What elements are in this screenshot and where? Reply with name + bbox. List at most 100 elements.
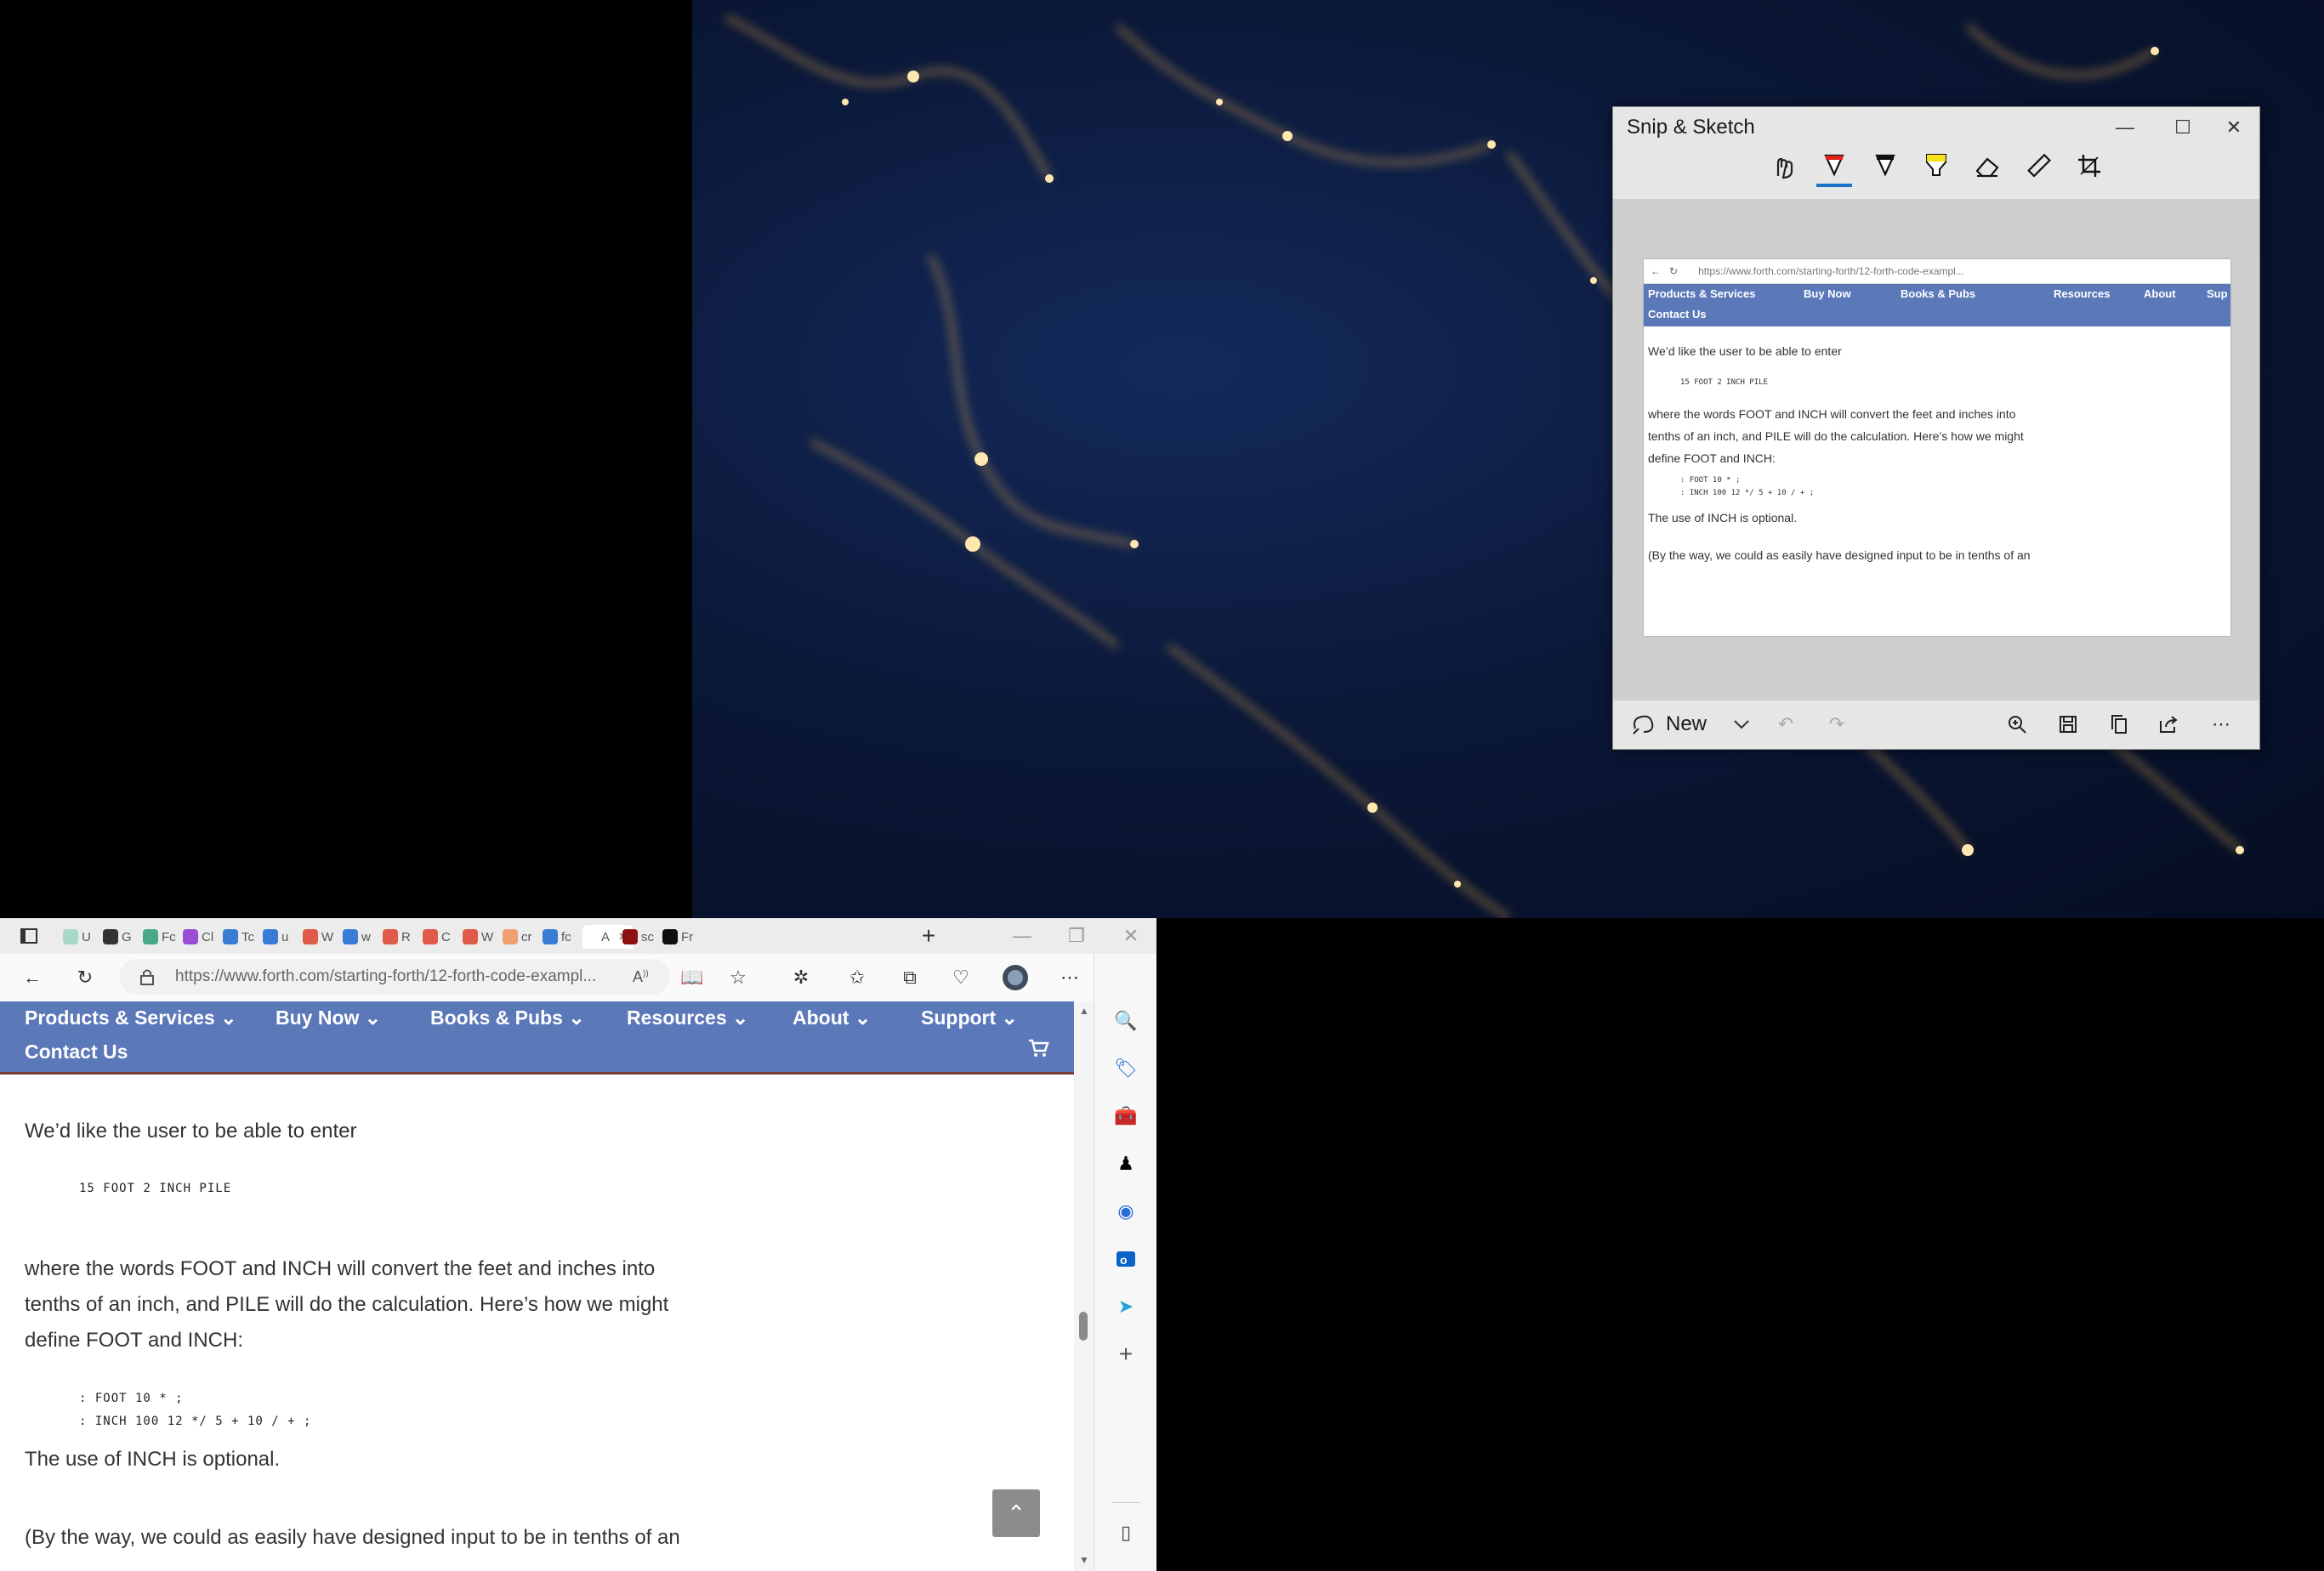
extensions-button[interactable]: ✲ [786,962,816,993]
browser-tab[interactable]: w [343,925,384,949]
browser-tab[interactable]: fc [543,925,583,949]
cart-icon[interactable] [1027,1037,1049,1064]
browser-tab[interactable]: U [63,925,104,949]
sidebar-games-button[interactable]: ♟ [1110,1148,1142,1180]
cart-svg [1029,1039,1049,1057]
sidebar-shopping-button[interactable]: 🏷 [1110,1052,1142,1085]
sidebar-search-button[interactable]: 🔍 [1110,1005,1142,1037]
read-aloud-icon[interactable]: A)) [633,968,649,986]
share-button[interactable] [2154,712,2183,737]
tab-favicon-icon [63,929,78,944]
restore-button[interactable]: ❐ [1061,921,1092,951]
minimize-button[interactable]: — [2100,112,2151,143]
back-to-top-button[interactable]: ⌃ [992,1489,1040,1537]
more-options-button[interactable]: ⋯ [2207,712,2236,737]
nav-label: Products & Services [25,1007,215,1029]
nav-label: Support [921,1007,997,1029]
tab-label: u [281,929,289,944]
nav-label: Buy Now [276,1007,360,1029]
nav-buy-now[interactable]: Buy Now ⌄ [276,1007,381,1029]
close-window-button[interactable]: ✕ [1116,921,1146,951]
captured-screenshot[interactable]: ← ↻ https://www.forth.com/starting-forth… [1644,259,2230,636]
nav-contact-us[interactable]: Contact Us [25,1041,128,1063]
edge-browser-window: UGFcClTcuWwRCWcrfcA✕scFr + — ❐ ✕ ← ↻ htt… [0,918,1156,1571]
browser-tab[interactable]: cr [503,925,543,949]
copy-button[interactable] [2105,712,2134,737]
back-arrow-icon: ← [23,967,42,988]
eraser-button[interactable] [1969,145,2005,187]
preview-nav-item: Resources [2054,287,2111,300]
tab-label: A [601,929,611,944]
reader-icon: 📖 [680,967,704,988]
address-bar[interactable]: https://www.forth.com/starting-forth/12-… [119,959,670,995]
collections-button[interactable]: ⧉ [895,962,925,993]
star-icon: ☆ [730,967,747,988]
zoom-button[interactable] [2003,712,2031,737]
tab-label: U [82,929,91,944]
close-button[interactable]: ✕ [2208,112,2259,143]
new-snip-button[interactable]: New [1630,712,1707,737]
tab-favicon-icon [503,929,518,944]
hide-sidebar-button[interactable]: ▯ [1110,1517,1142,1549]
tab-actions-button[interactable] [14,921,44,951]
browser-tab[interactable]: R [383,925,423,949]
touch-writing-button[interactable] [1765,145,1801,187]
save-button[interactable] [2054,712,2083,737]
settings-more-button[interactable]: ⋯ [1054,962,1085,993]
refresh-icon: ↻ [77,967,94,988]
save-icon [2060,716,2077,733]
scroll-down-arrow[interactable]: ▼ [1079,1554,1089,1566]
sidebar-drop-button[interactable]: ➤ [1110,1290,1142,1323]
profile-button[interactable] [1000,962,1031,993]
tab-label: sc [641,929,654,944]
browser-tab[interactable]: G [103,925,144,949]
preview-line: We’d like the user to be able to enter [1648,344,1842,358]
sidebar-office-button[interactable]: ◉ [1110,1195,1142,1228]
browser-tab[interactable]: Fr [662,925,703,949]
scroll-up-arrow[interactable]: ▲ [1079,1005,1089,1017]
code-block: : FOOT 10 * ; [79,1392,184,1405]
browser-tab[interactable]: W [303,925,344,949]
vertical-scrollbar[interactable]: ▲ ▼ [1074,1001,1094,1571]
browser-tab[interactable]: W [463,925,503,949]
browser-tab[interactable]: Tc [223,925,264,949]
minimize-button[interactable]: — [1007,921,1037,951]
browser-tab[interactable]: sc [622,925,663,949]
maximize-button[interactable]: ☐ [2157,112,2208,143]
tab-label: W [321,929,334,944]
favorites-button[interactable]: ✩ [842,962,872,993]
tab-favicon-icon [343,929,358,944]
scrollbar-thumb[interactable] [1079,1312,1088,1341]
undo-button[interactable]: ↶ [1771,712,1800,737]
new-tab-button[interactable]: + [913,921,944,951]
redo-button[interactable]: ↷ [1822,712,1851,737]
close-icon: ✕ [1122,925,1139,946]
sidebar-settings-button[interactable]: ⚙ [1110,1564,1142,1571]
crop-button[interactable] [2071,145,2107,187]
highlighter-button[interactable] [1918,145,1954,187]
favorite-star-button[interactable]: ☆ [723,962,753,993]
nav-books-pubs[interactable]: Books & Pubs ⌄ [430,1007,585,1029]
tab-favicon-icon [383,929,398,944]
preview-body: We’d like the user to be able to enter 1… [1644,326,2230,566]
refresh-button[interactable]: ↻ [70,962,100,993]
back-button[interactable]: ← [17,962,48,993]
ruler-button[interactable] [2020,145,2056,187]
sidebar-tools-button[interactable]: 🧰 [1110,1100,1142,1132]
browser-tab[interactable]: C [423,925,463,949]
browser-tab[interactable]: Fc [143,925,184,949]
pencil-button[interactable] [1867,145,1903,187]
browser-tab[interactable]: Cl [183,925,224,949]
browser-essentials-button[interactable]: ♡ [946,962,976,993]
browser-tab[interactable]: u [263,925,304,949]
nav-support[interactable]: Support ⌄ [921,1007,1018,1029]
new-dropdown-chevron[interactable] [1727,712,1756,737]
ballpoint-pen-button[interactable] [1816,145,1852,187]
nav-about[interactable]: About ⌄ [793,1007,871,1029]
nav-resources[interactable]: Resources ⌄ [627,1007,748,1029]
nav-products-services[interactable]: Products & Services ⌄ [25,1007,236,1029]
immersive-reader-button[interactable]: 📖 [677,962,707,993]
sidebar-add-button[interactable]: + [1110,1338,1142,1370]
chevron-down-icon: ⌄ [1001,1007,1018,1029]
sidebar-outlook-button[interactable]: o [1110,1243,1142,1275]
